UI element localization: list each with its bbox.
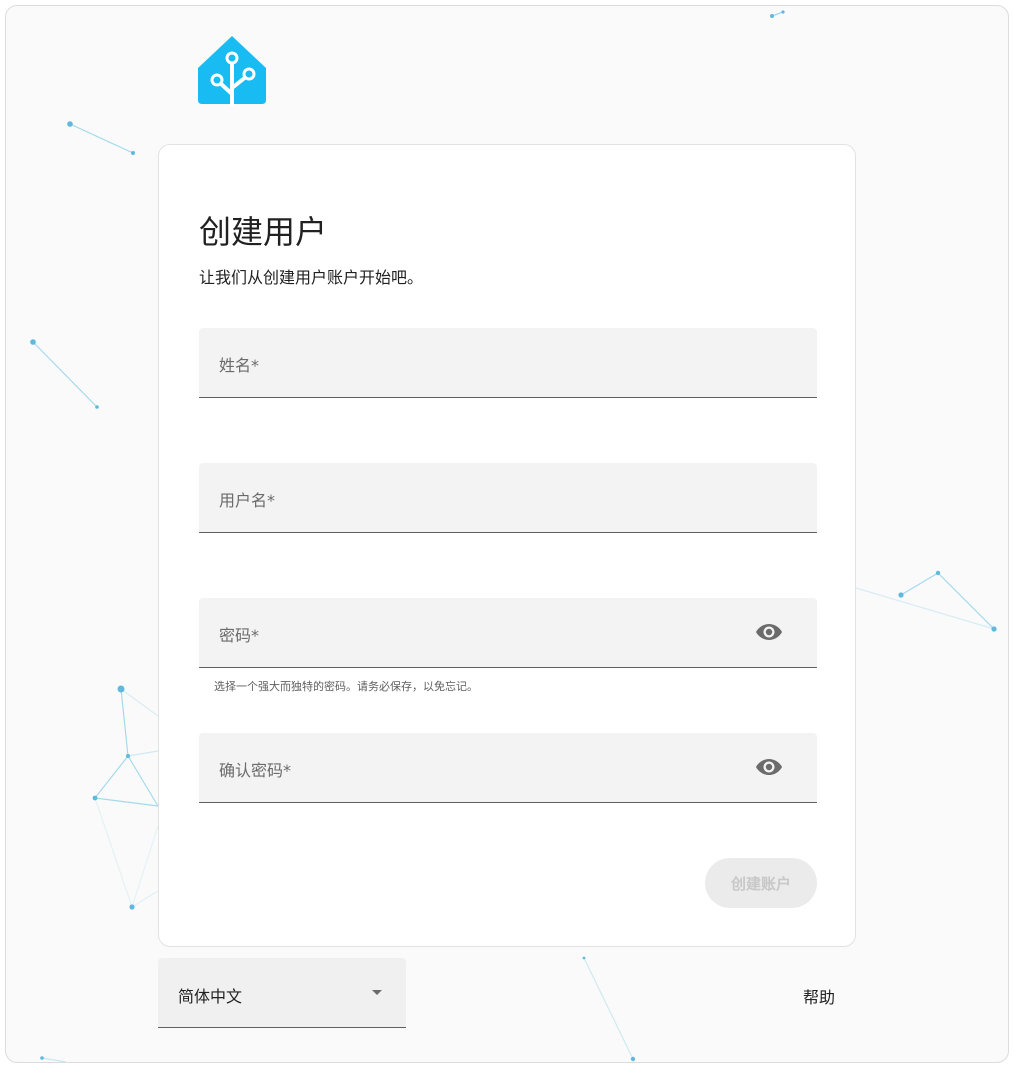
eye-icon[interactable] bbox=[755, 755, 783, 779]
home-assistant-logo-icon bbox=[198, 36, 266, 106]
username-field[interactable]: 用户名* bbox=[199, 463, 817, 533]
language-select[interactable]: 简体中文 bbox=[158, 958, 406, 1028]
confirm-password-field[interactable]: 确认密码* bbox=[199, 733, 817, 803]
page-subtitle: 让我们从创建用户账户开始吧。 bbox=[199, 268, 424, 287]
confirm-password-field-label: 确认密码* bbox=[219, 761, 292, 780]
create-account-button[interactable]: 创建账户 bbox=[705, 858, 817, 908]
onboarding-page: 创建用户 让我们从创建用户账户开始吧。 姓名* 用户名* 密码* 选择一个强大而… bbox=[5, 5, 1009, 1063]
language-select-value: 简体中文 bbox=[178, 987, 243, 1006]
password-field[interactable]: 密码* bbox=[199, 598, 817, 668]
page-title: 创建用户 bbox=[199, 213, 328, 251]
password-helper-text: 选择一个强大而独特的密码。请务必保存，以免忘记。 bbox=[214, 680, 478, 693]
chevron-down-icon bbox=[372, 990, 382, 995]
name-field[interactable]: 姓名* bbox=[199, 328, 817, 398]
eye-icon[interactable] bbox=[755, 620, 783, 644]
password-field-label: 密码* bbox=[219, 626, 260, 645]
name-field-label: 姓名* bbox=[219, 356, 260, 375]
help-link[interactable]: 帮助 bbox=[803, 984, 835, 1008]
username-field-label: 用户名* bbox=[219, 491, 276, 510]
create-user-card: 创建用户 让我们从创建用户账户开始吧。 姓名* 用户名* 密码* 选择一个强大而… bbox=[158, 144, 856, 947]
